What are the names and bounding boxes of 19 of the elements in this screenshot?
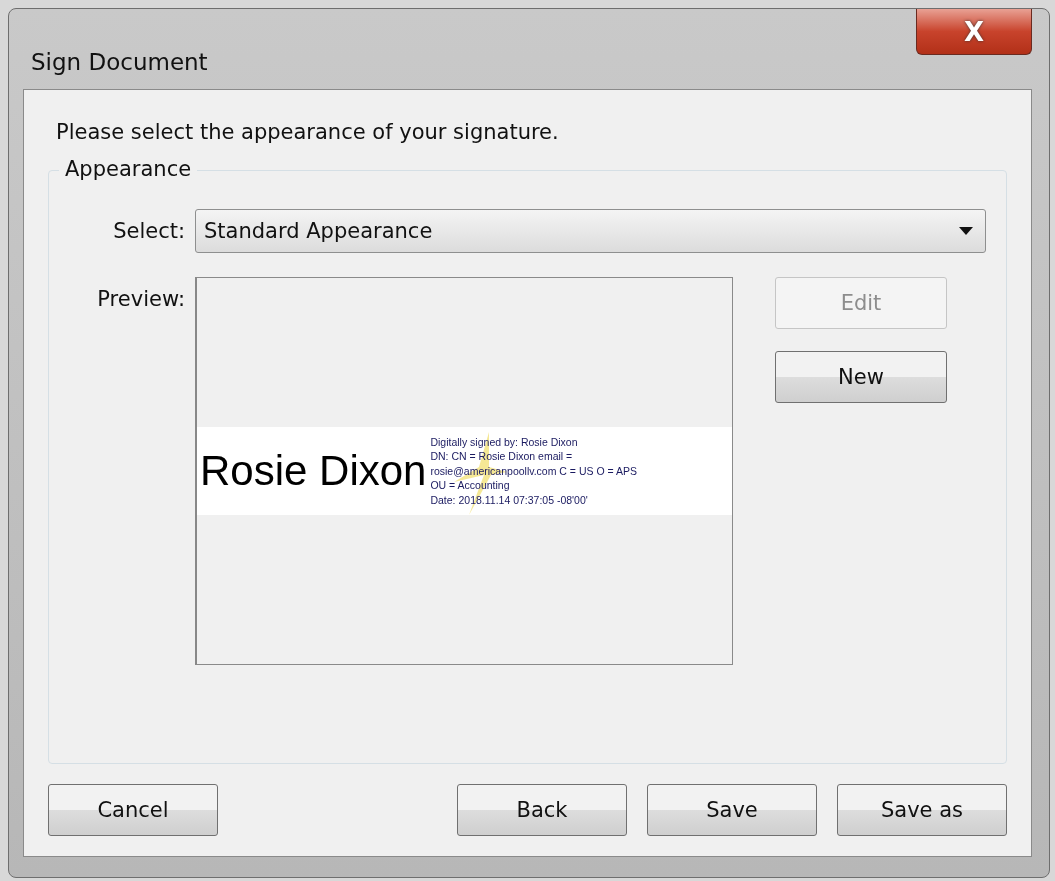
group-legend: Appearance [59,157,198,181]
cancel-button[interactable]: Cancel [48,784,218,836]
window-title: Sign Document [31,49,208,75]
back-button[interactable]: Back [457,784,627,836]
dropdown-arrow-icon [959,227,973,235]
signature-detail: Date: 2018.11.14 07:37:05 -08'00' [430,492,589,508]
signature-detail: OU = Accounting [430,478,511,493]
signature-detail: DN: CN = Rosie Dixon email = [430,449,574,464]
appearance-dropdown[interactable]: Standard Appearance [195,209,986,253]
instruction-text: Please select the appearance of your signature. [56,120,560,144]
signature-detail: rosie@americanpoollv.com C = US O = APS [430,463,637,479]
select-label: Select: [112,219,185,243]
close-button[interactable]: X [916,9,1032,55]
new-button[interactable]: New [775,351,947,403]
save-as-button[interactable]: Save as [837,784,1007,836]
signature-detail: Digitally signed by: Rosie Dixon [430,434,579,450]
preview-label: Preview: [96,287,185,311]
signature-name: Rosie Dixon [200,447,427,495]
save-button[interactable]: Save [647,784,817,836]
